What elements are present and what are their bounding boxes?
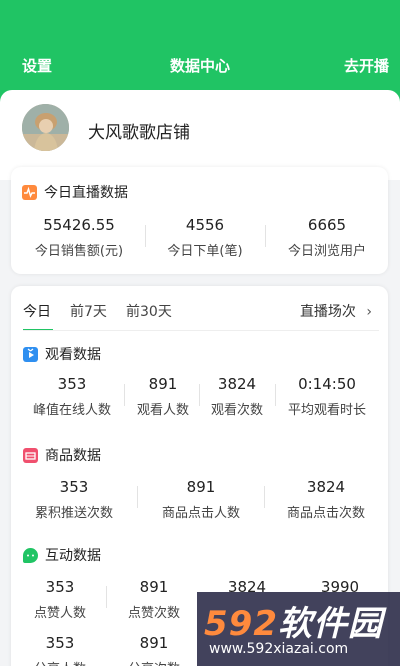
stat-like-users: 353 点赞人数 <box>15 578 105 621</box>
goods-section-title: 商品数据 <box>23 445 101 465</box>
stat-label: 点赞次数 <box>127 606 180 621</box>
divider <box>124 384 125 406</box>
chat-icon <box>23 547 38 563</box>
stat-click-users: 891 商品点击人数 <box>139 478 263 521</box>
stat-visitors-label: 今日浏览用户 <box>287 244 366 259</box>
stat-avg-duration: 0:14:50 平均观看时长 <box>275 375 379 418</box>
stat-value: 353 <box>45 634 75 652</box>
chevron-right-icon: › <box>366 304 372 320</box>
shop-name: 大风歌歌店铺 <box>88 123 190 143</box>
stat-label: 商品点击次数 <box>286 506 365 521</box>
stat-orders-label: 今日下单(笔) <box>167 244 243 259</box>
stat-value: 353 <box>57 375 87 393</box>
stat-push-count: 353 累积推送次数 <box>15 478 133 521</box>
interact-title-label: 互动数据 <box>45 548 101 564</box>
stat-value: 891 <box>139 634 169 652</box>
stat-peak-online: 353 峰值在线人数 <box>17 375 127 418</box>
stat-sales: 55426.55 今日销售额(元) <box>19 216 139 259</box>
today-title: 今日直播数据 <box>22 182 128 202</box>
divider <box>137 486 138 508</box>
tabs-divider <box>23 330 379 331</box>
today-live-card: 今日直播数据 55426.55 今日销售额(元) 4556 今日下单(笔) 66… <box>11 167 388 274</box>
divider <box>265 225 266 247</box>
goods-title-label: 商品数据 <box>45 448 101 464</box>
stat-label: 观看人数 <box>136 403 189 418</box>
stat-label: 点赞人数 <box>33 606 86 621</box>
watermark-text: 软件园 <box>277 604 383 644</box>
stat-value: 3824 <box>217 375 257 393</box>
go-live-button[interactable]: 去开播 <box>344 55 389 76</box>
stat-share-count: 891 分享次数 <box>108 634 200 666</box>
stat-views: 3824 观看次数 <box>201 375 273 418</box>
divider <box>264 486 265 508</box>
live-sessions-link[interactable]: 直播场次 › <box>300 301 372 321</box>
watch-section-title: 观看数据 <box>23 344 101 364</box>
stat-orders-value: 4556 <box>185 216 225 234</box>
stat-label: 累积推送次数 <box>34 506 113 521</box>
stat-visitors: 6665 今日浏览用户 <box>267 216 387 259</box>
stat-label: 峰值在线人数 <box>32 403 111 418</box>
avatar[interactable] <box>22 104 69 151</box>
stat-value: 3824 <box>306 478 346 496</box>
watermark-digits: 592 <box>204 604 278 644</box>
stat-sales-label: 今日销售额(元) <box>34 244 124 259</box>
stat-label: 分享次数 <box>108 658 200 666</box>
stat-value: 353 <box>59 478 89 496</box>
stat-share-users: 353 分享人数 <box>15 634 105 666</box>
watch-title-label: 观看数据 <box>45 347 101 363</box>
goods-icon <box>23 447 38 463</box>
divider <box>199 384 200 406</box>
watermark-url: www.592xiazai.com <box>209 641 349 657</box>
divider <box>145 225 146 247</box>
watermark-brand: 592软件园 <box>204 596 383 645</box>
stat-value: 891 <box>148 375 178 393</box>
interact-section-title: 互动数据 <box>23 545 101 565</box>
stat-click-count: 3824 商品点击次数 <box>266 478 386 521</box>
stat-value: 0:14:50 <box>298 375 356 393</box>
stat-like-count: 891 点赞次数 <box>108 578 200 621</box>
stat-visitors-value: 6665 <box>307 216 347 234</box>
page-title: 数据中心 <box>169 57 230 75</box>
pulse-icon <box>22 184 37 200</box>
stat-orders: 4556 今日下单(笔) <box>147 216 263 259</box>
tab-today[interactable]: 今日 <box>23 301 51 321</box>
tab-30-days[interactable]: 前30天 <box>126 301 172 321</box>
stat-value: 891 <box>139 578 169 596</box>
stat-value: 353 <box>45 578 75 596</box>
tv-icon <box>23 346 38 362</box>
stat-sales-value: 55426.55 <box>43 216 115 234</box>
today-title-label: 今日直播数据 <box>44 185 128 201</box>
stat-label: 观看次数 <box>210 403 263 418</box>
stat-label: 商品点击人数 <box>161 506 240 521</box>
divider <box>106 586 107 608</box>
tab-7-days[interactable]: 前7天 <box>70 301 107 321</box>
stat-value: 891 <box>186 478 216 496</box>
stat-label: 分享人数 <box>15 658 105 666</box>
stat-viewers: 891 观看人数 <box>127 375 199 418</box>
stat-label: 平均观看时长 <box>287 403 366 418</box>
live-sessions-label: 直播场次 <box>299 304 356 320</box>
watermark: 592软件园 www.592xiazai.com <box>197 592 400 666</box>
